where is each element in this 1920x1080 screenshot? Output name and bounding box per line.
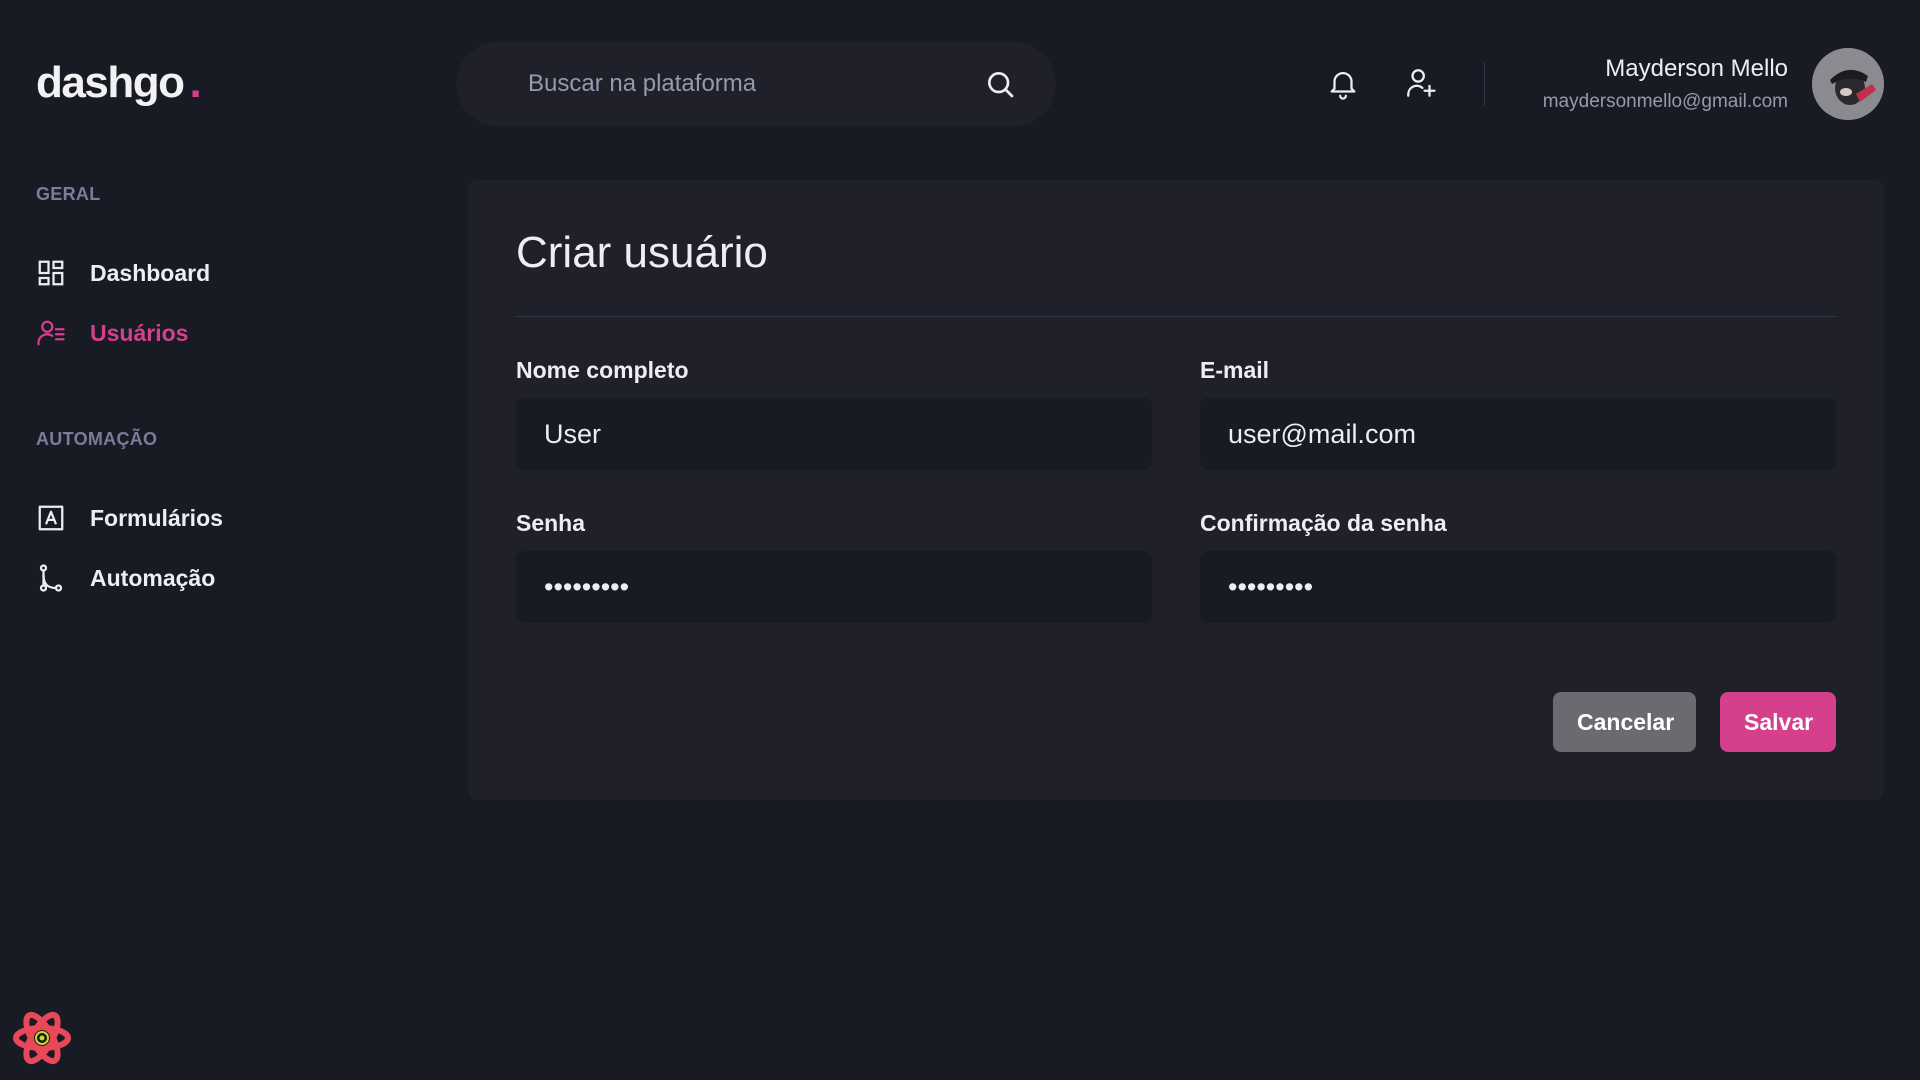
password-confirmation-input[interactable] <box>1200 551 1836 623</box>
app: dashgo. Mayderson Mello maydersonmello@g… <box>0 0 1920 1080</box>
form-actions: Cancelar Salvar <box>1553 692 1836 752</box>
sidebar-item-label: Usuários <box>90 319 189 346</box>
user-profile: Mayderson Mello maydersonmello@gmail.com <box>1543 55 1788 113</box>
logo-text: dashgo <box>36 58 185 107</box>
field-password: Senha <box>516 510 1152 623</box>
dashboard-icon <box>38 260 64 286</box>
sidebar-item-label: Formulários <box>90 504 223 531</box>
sidebar-section-title: AUTOMAÇÃO <box>36 429 158 449</box>
field-label: E-mail <box>1200 357 1270 383</box>
create-user-card: Criar usuário Nome completo E-mail Senha… <box>468 180 1884 800</box>
search-icon[interactable] <box>984 68 1016 100</box>
field-label: Senha <box>516 510 586 536</box>
logo-dot: . <box>189 58 201 107</box>
user-name: Mayderson Mello <box>1605 55 1788 82</box>
header-divider <box>1484 62 1485 106</box>
header-actions <box>1326 66 1438 100</box>
form-grid: Nome completo E-mail Senha Confirmação d… <box>516 357 1836 623</box>
field-email: E-mail <box>1200 357 1836 470</box>
email-input[interactable] <box>1200 398 1836 470</box>
field-label: Confirmação da senha <box>1200 510 1447 536</box>
page-title: Criar usuário <box>516 228 768 277</box>
sidebar-item-users[interactable]: Usuários <box>36 318 188 348</box>
field-password-confirm: Confirmação da senha <box>1200 510 1836 623</box>
sidebar-item-dashboard[interactable]: Dashboard <box>36 258 210 288</box>
password-input[interactable] <box>516 551 1152 623</box>
avatar-image <box>1812 48 1884 120</box>
logo[interactable]: dashgo. <box>36 58 202 108</box>
user-email: maydersonmello@gmail.com <box>1542 91 1788 112</box>
sidebar-section-title: GERAL <box>36 184 101 204</box>
sidebar-item-forms[interactable]: Formulários <box>36 503 223 533</box>
avatar[interactable] <box>1812 48 1884 120</box>
field-label: Nome completo <box>516 357 689 383</box>
search-input[interactable] <box>528 70 984 98</box>
full-name-input[interactable] <box>516 398 1152 470</box>
add-user-icon[interactable] <box>1404 66 1438 100</box>
sidebar-item-automation[interactable]: Automação <box>36 563 215 593</box>
divider <box>516 316 1836 317</box>
sidebar-item-label: Dashboard <box>90 259 211 286</box>
cancel-button[interactable]: Cancelar <box>1553 692 1696 752</box>
search-bar <box>456 42 1056 126</box>
field-name: Nome completo <box>516 357 1152 470</box>
react-devtools-icon[interactable] <box>12 1008 72 1068</box>
sidebar-item-label: Automação <box>90 564 216 591</box>
users-icon <box>37 320 65 346</box>
save-button[interactable]: Salvar <box>1720 692 1836 752</box>
bell-icon[interactable] <box>1326 66 1360 100</box>
form-icon <box>38 505 64 531</box>
git-branch-icon <box>39 564 63 592</box>
